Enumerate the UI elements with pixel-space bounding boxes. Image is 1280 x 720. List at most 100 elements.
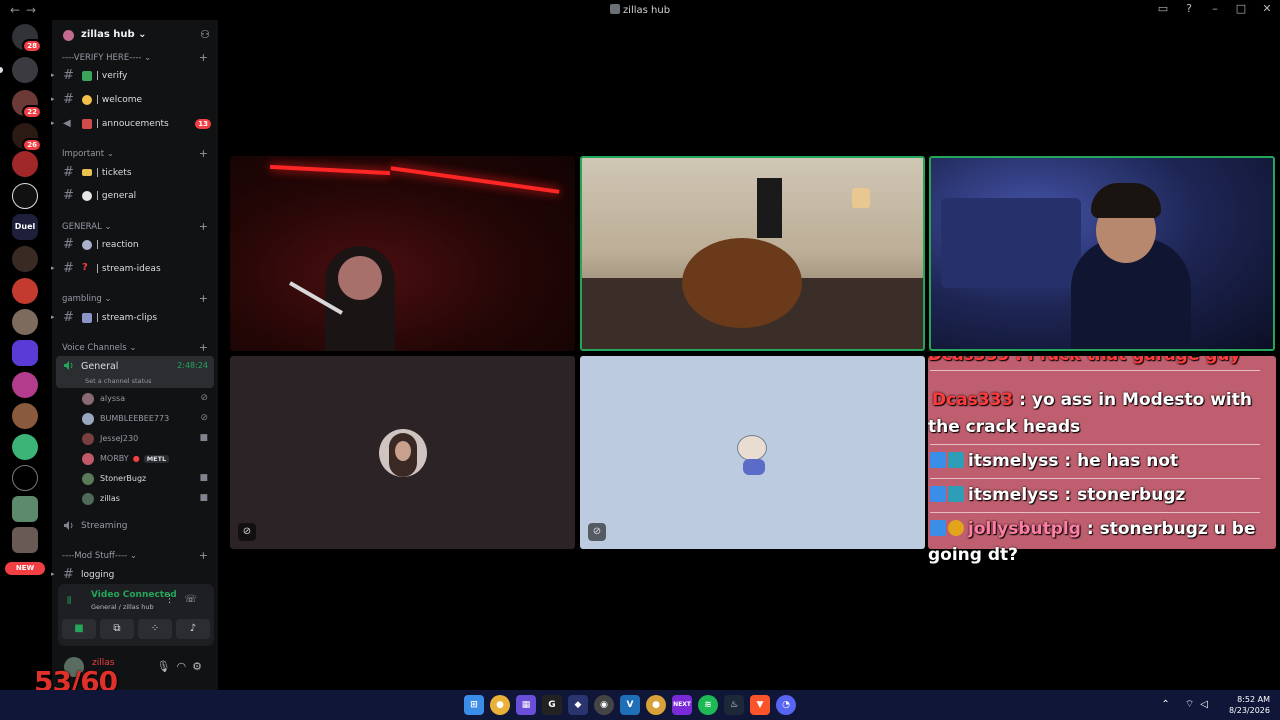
- add-channel-icon[interactable]: +: [199, 549, 208, 562]
- voice-channel-general[interactable]: General 2:48:24 Set a channel status: [56, 356, 214, 388]
- server-8[interactable]: [12, 278, 38, 304]
- inbox-icon[interactable]: ▭: [1150, 2, 1176, 15]
- vscode-icon[interactable]: V: [620, 695, 640, 715]
- new-servers-tag[interactable]: NEW: [5, 562, 45, 575]
- app-grid-icon[interactable]: ▦: [516, 695, 536, 715]
- add-channel-icon[interactable]: +: [199, 147, 208, 160]
- voice-tile-alyssa[interactable]: ⊘: [230, 356, 575, 549]
- voice-user-zillas[interactable]: zillas ■: [80, 490, 214, 508]
- server-avatar: [12, 246, 38, 272]
- voice-user-stonerbugz[interactable]: StonerBugz ■: [80, 470, 214, 488]
- server-13[interactable]: [12, 434, 38, 460]
- camera-button[interactable]: ■: [62, 619, 96, 639]
- invite-icon[interactable]: ⚇: [200, 28, 210, 41]
- category-voice[interactable]: Voice Channels ⌄ +: [62, 341, 212, 354]
- avatar: [82, 493, 94, 505]
- maximize-button[interactable]: □: [1228, 2, 1254, 15]
- face-emoji-icon: [82, 240, 92, 250]
- screenshare-button[interactable]: ⧉: [100, 619, 134, 639]
- stream-chat-overlay: Dcas333 : i fuck that garage guy Dcas333…: [928, 356, 1276, 549]
- headphones-icon[interactable]: ◠: [177, 660, 193, 673]
- signal-icon[interactable]: ⫴: [67, 596, 71, 607]
- channel-verify[interactable]: ▸ # | verify: [51, 66, 214, 86]
- channel-stream-ideas[interactable]: ▸ # ? | stream-ideas: [51, 259, 214, 279]
- voice-user-jessej230[interactable]: JesseJ230 ■: [80, 430, 214, 448]
- channel-annoucements[interactable]: ▸ ◀ | annoucements 13: [51, 114, 214, 134]
- chat-message-partial: Dcas333 : i fuck that garage guy: [928, 356, 1276, 369]
- brave-icon[interactable]: ▼: [750, 695, 770, 715]
- obs-icon[interactable]: ◉: [594, 695, 614, 715]
- unread-pip: [0, 67, 3, 73]
- server-9[interactable]: [12, 309, 38, 335]
- category-general[interactable]: GENERAL ⌄ +: [62, 220, 212, 233]
- category-important[interactable]: Important ⌄ +: [62, 147, 212, 160]
- voice-channel-streaming[interactable]: Streaming: [56, 516, 214, 536]
- server-7[interactable]: [12, 246, 38, 272]
- volume-icon[interactable]: ◁: [1200, 699, 1214, 710]
- chrome-icon[interactable]: ●: [490, 695, 510, 715]
- channel-stream-clips[interactable]: ▸ # | stream-clips: [51, 308, 214, 328]
- channel-reaction[interactable]: # | reaction: [56, 235, 214, 255]
- server-14[interactable]: [12, 465, 38, 491]
- windows-start-icon[interactable]: ⊞: [464, 695, 484, 715]
- window-title: zillas hub: [0, 4, 1280, 16]
- voice-user-alyssa[interactable]: alyssa ⊘: [80, 390, 214, 408]
- gear-icon[interactable]: ⚙: [192, 660, 208, 673]
- voice-user-morby[interactable]: MORBY ● METL: [80, 450, 214, 468]
- server-header[interactable]: zillas hub ⌄ ⚇: [52, 20, 218, 52]
- video-tile-2-speaking[interactable]: [580, 156, 925, 351]
- wifi-icon[interactable]: ⌔: [1185, 699, 1200, 710]
- help-icon[interactable]: ?: [1176, 2, 1202, 15]
- server-3[interactable]: 26: [12, 123, 42, 152]
- chrome-icon-2[interactable]: ●: [646, 695, 666, 715]
- steam-icon[interactable]: ♨: [724, 695, 744, 715]
- next-app-icon[interactable]: NEXT: [672, 695, 692, 715]
- server-duel[interactable]: Duel: [12, 214, 38, 240]
- disconnect-icon[interactable]: ☏: [184, 594, 207, 605]
- add-channel-icon[interactable]: +: [199, 341, 208, 354]
- home-button[interactable]: 28: [12, 24, 42, 53]
- activities-button[interactable]: ⁘: [138, 619, 172, 639]
- video-tile-1[interactable]: [230, 156, 575, 351]
- mic-icon[interactable]: 🎙: [157, 660, 177, 673]
- add-channel-icon[interactable]: +: [199, 51, 208, 64]
- voice-user-bumbleebee[interactable]: BUMBLEEBEE773 ⊘: [80, 410, 214, 428]
- server-12[interactable]: [12, 403, 38, 429]
- app-diamond-icon[interactable]: ◆: [568, 695, 588, 715]
- server-1[interactable]: [12, 57, 38, 83]
- tray-expand-icon[interactable]: ⌃: [1161, 699, 1175, 710]
- server-10[interactable]: [12, 340, 38, 366]
- noise-suppression-icon[interactable]: ⋮: [164, 594, 184, 605]
- voice-tile-bumbleebee[interactable]: ⊘: [580, 356, 925, 549]
- category-gambling[interactable]: gambling ⌄ +: [62, 292, 212, 305]
- server-16[interactable]: [12, 527, 38, 553]
- channel-welcome[interactable]: ▸ # | welcome: [51, 90, 214, 110]
- server-11[interactable]: [12, 372, 38, 398]
- category-mod[interactable]: ----Mod Stuff---- ⌄ +: [62, 549, 212, 562]
- discord-taskbar-icon[interactable]: ◔: [776, 695, 796, 715]
- app-g-icon[interactable]: G: [542, 695, 562, 715]
- video-tile-3-speaking[interactable]: [929, 156, 1275, 351]
- channel-general-text[interactable]: # | general: [56, 186, 214, 206]
- soundboard-button[interactable]: ♪: [176, 619, 210, 639]
- minimize-button[interactable]: –: [1202, 2, 1228, 15]
- channel-tickets[interactable]: # | tickets: [56, 163, 214, 183]
- window-titlebar: ←→ zillas hub ▭ ? – □ ✕: [0, 0, 1280, 20]
- taskbar-clock[interactable]: 8:52 AM 8/23/2026: [1229, 694, 1270, 716]
- server-4[interactable]: [12, 151, 38, 177]
- channel-label: | tickets: [96, 168, 132, 178]
- chat-overflow-text: going dt?: [928, 545, 1019, 565]
- spotify-icon[interactable]: ≋: [698, 695, 718, 715]
- server-2[interactable]: 22: [12, 90, 42, 119]
- category-verify[interactable]: ----VERIFY HERE---- ⌄ +: [62, 51, 212, 64]
- add-channel-icon[interactable]: +: [199, 292, 208, 305]
- chevron-right-icon: ▸: [51, 95, 55, 103]
- server-15[interactable]: [12, 496, 38, 522]
- channel-logging[interactable]: ▸ # logging: [51, 565, 214, 585]
- channel-status-prompt[interactable]: Set a channel status: [85, 377, 152, 385]
- close-button[interactable]: ✕: [1254, 2, 1280, 15]
- server-5[interactable]: [12, 183, 38, 209]
- clock-date: 8/23/2026: [1228, 706, 1270, 715]
- add-channel-icon[interactable]: +: [199, 220, 208, 233]
- windows-taskbar: ⊞ ● ▦ G ◆ ◉ V ● NEXT ≋ ♨ ▼ ◔ ⌃ ⌔◁ 8:52 A…: [0, 690, 1280, 720]
